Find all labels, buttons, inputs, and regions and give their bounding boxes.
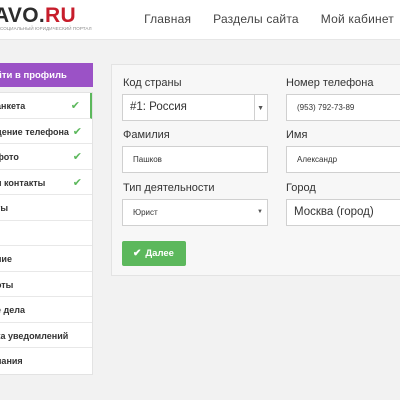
name-label: Имя	[286, 129, 308, 141]
checkmark-icon: ✔	[72, 125, 82, 138]
activity-label: Тип деятельности	[123, 182, 215, 194]
sidebar-item[interactable]: оты	[0, 272, 92, 297]
checkmark-icon: ✔	[70, 100, 80, 112]
surname-label: Фамилия	[123, 129, 170, 141]
sidebar-menu: анкета✔дение телефона✔фото✔и контакты✔ты…	[0, 92, 93, 375]
phone-input[interactable]: (953) 792-73-89	[286, 94, 400, 121]
sidebar-item-label: пания	[0, 356, 23, 366]
nav-cabinet-link[interactable]: Мой кабинет	[321, 12, 394, 26]
country-code-select[interactable]: #1: Россия ▼	[122, 94, 268, 121]
check-icon: ✔	[133, 248, 142, 259]
sidebar-item[interactable]: пания	[0, 348, 92, 374]
city-input[interactable]: Москва (город)	[286, 199, 400, 226]
logo-prefix: AVO.	[0, 4, 45, 27]
activity-value: Юрист	[133, 208, 158, 217]
main-nav: Главная Разделы сайта Мой кабинет	[144, 12, 394, 26]
site-header: AVO.RU социальный юридический портал Гла…	[0, 0, 400, 40]
sidebar-item-label: фото	[0, 152, 19, 162]
name-input[interactable]: Александр	[286, 146, 400, 173]
sidebar-item[interactable]: е дела	[0, 297, 92, 323]
sidebar-item[interactable]: ты	[0, 195, 92, 221]
next-button-label: Далее	[145, 248, 174, 259]
surname-input[interactable]: Пашков	[122, 146, 268, 173]
sidebar-item[interactable]: фото ✔	[0, 144, 92, 170]
sidebar-item-label: оты	[0, 279, 14, 290]
checkmark-icon: ✔	[72, 176, 82, 189]
sidebar-item-label: анкета	[0, 101, 26, 111]
go-to-profile-button[interactable]: йти в профиль	[0, 63, 93, 87]
site-logo[interactable]: AVO.RU	[0, 4, 76, 28]
sidebar-item[interactable]: ка уведомлений	[0, 323, 92, 348]
sidebar-item-label: е дела	[0, 305, 25, 315]
profile-sidebar: йти в профиль анкета✔дение телефона✔фото…	[0, 63, 93, 375]
phone-label: Номер телефона	[286, 77, 374, 89]
country-code-value: #1: Россия	[130, 101, 187, 113]
nav-home-link[interactable]: Главная	[144, 12, 191, 26]
caret-down-icon: ▼	[257, 209, 263, 215]
city-label: Город	[286, 182, 316, 194]
logo-tagline: социальный юридический портал	[0, 26, 92, 31]
sidebar-item-label: дение телефона	[0, 126, 69, 137]
nav-sections-link[interactable]: Разделы сайта	[213, 12, 299, 26]
select-divider: ▼	[254, 95, 267, 120]
sidebar-item[interactable]: и контакты ✔	[0, 170, 92, 195]
country-code-label: Код страны	[123, 77, 182, 89]
sidebar-item-label: и контакты	[0, 177, 46, 188]
sidebar-item-label: ка уведомлений	[0, 330, 69, 341]
chevron-down-icon: ▼	[257, 105, 264, 112]
sidebar-item-label: ние	[0, 254, 12, 264]
sidebar-item[interactable]: дение телефона ✔	[0, 119, 92, 144]
sidebar-item[interactable]: анкета ✔	[0, 93, 92, 119]
sidebar-item[interactable]: ние	[0, 246, 92, 272]
activity-select[interactable]: Юрист ▼	[122, 199, 268, 226]
next-button[interactable]: ✔ Далее	[122, 241, 186, 266]
sidebar-item-label: ты	[0, 203, 9, 213]
checkmark-icon: ✔	[72, 151, 82, 163]
profile-form: Код страны #1: Россия ▼ Номер телефона (…	[111, 64, 400, 276]
logo-accent: RU	[44, 4, 76, 27]
sidebar-item[interactable]	[0, 221, 92, 246]
